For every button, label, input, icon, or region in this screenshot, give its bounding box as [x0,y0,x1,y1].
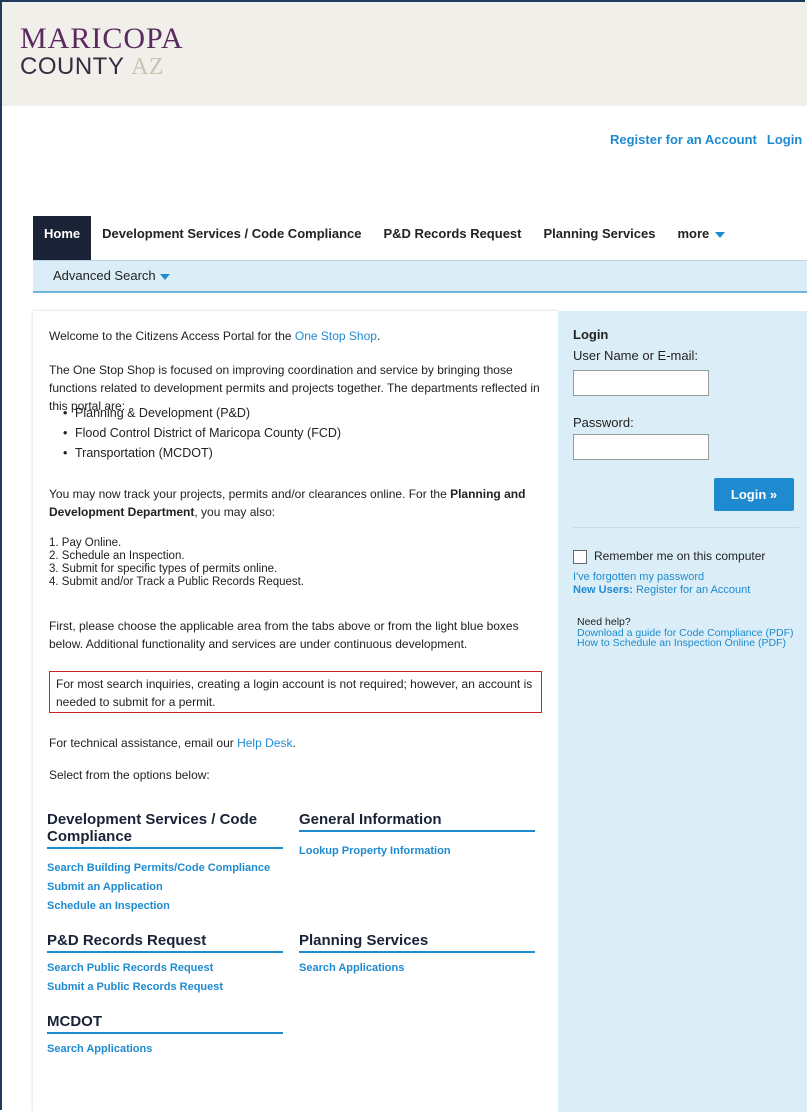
schedule-inspection-guide-link[interactable]: How to Schedule an Inspection Online (PD… [577,638,797,649]
register-link[interactable]: Register for an Account [610,132,757,147]
list-item: 1. Pay Online. [49,537,122,549]
help-desk-link[interactable]: Help Desk [237,736,292,750]
list-item: 2. Schedule an Inspection. [49,550,185,562]
list-item: Planning & Development (P&D) [63,403,341,423]
main-content: Welcome to the Citizens Access Portal fo… [33,311,558,1112]
section-title: Planning Services [299,932,535,953]
list-item: Transportation (MCDOT) [63,443,341,463]
tab-records-request[interactable]: P&D Records Request [373,216,533,260]
welcome-text: Welcome to the Citizens Access Portal fo… [49,327,549,345]
brand-logo-line1[interactable]: MARICOPA [20,24,184,54]
main-tabs: Home Development Services / Code Complia… [33,216,736,260]
top-links: Register for an Account Login [610,132,807,147]
submit-application-link[interactable]: Submit an Application [47,878,283,897]
login-link[interactable]: Login [767,132,802,147]
welcome-prefix: Welcome to the Citizens Access Portal fo… [49,329,295,343]
section-general-information: General Information Lookup Property Info… [299,811,535,861]
mcdot-search-applications-link[interactable]: Search Applications [47,1040,283,1059]
lookup-property-link[interactable]: Lookup Property Information [299,842,535,861]
track-prefix: You may now track your projects, permits… [49,487,451,501]
new-users-link[interactable]: New Users: Register for an Account [573,585,750,596]
planning-search-applications-link[interactable]: Search Applications [299,959,535,978]
username-input[interactable] [573,370,709,396]
advanced-search-menu[interactable]: Advanced Search [53,268,170,283]
section-title: Development Services / Code Compliance [47,811,283,849]
search-building-permits-link[interactable]: Search Building Permits/Code Compliance [47,859,283,878]
tab-more-label: more [677,226,710,241]
advanced-search-label: Advanced Search [53,268,156,283]
tech-prefix: For technical assistance, email our [49,736,238,750]
help-section: Need help? Download a guide for Code Com… [577,617,797,649]
track-suffix: , you may also: [194,505,276,519]
sub-navigation: Advanced Search [33,260,807,293]
chevron-down-icon [715,231,726,238]
section-title: P&D Records Request [47,932,283,953]
remember-me-label: Remember me on this computer [594,549,766,563]
tab-planning-services[interactable]: Planning Services [532,216,666,260]
tab-home[interactable]: Home [33,216,92,260]
brand-logo-line2[interactable]: COUNTY AZ [20,53,165,81]
section-planning-services: Planning Services Search Applications [299,932,535,978]
section-title: General Information [299,811,535,832]
brand-county: COUNTY [20,53,124,80]
chevron-down-icon [159,273,170,280]
steps-list: 1. Pay Online. 2. Schedule an Inspection… [49,537,304,589]
select-text: Select from the options below: [49,768,210,782]
schedule-inspection-link[interactable]: Schedule an Inspection [47,897,283,916]
username-label: User Name or E-mail: [573,348,698,363]
brand-az: AZ [131,54,165,80]
tech-assistance-text: For technical assistance, email our Help… [49,734,549,752]
instructions-text: First, please choose the applicable area… [49,619,519,651]
site-header: MARICOPA COUNTY AZ [2,2,807,106]
list-item: Flood Control District of Maricopa Count… [63,423,341,443]
section-records-request: P&D Records Request Search Public Record… [47,932,283,997]
section-development-services: Development Services / Code Compliance S… [47,811,283,916]
login-notice: For most search inquiries, creating a lo… [49,671,542,713]
password-label: Password: [573,415,634,430]
login-sidebar: Login User Name or E-mail: Password: Log… [558,311,807,1112]
tab-more[interactable]: more [666,216,736,260]
password-input[interactable] [573,434,709,460]
forgot-password-link[interactable]: I've forgotten my password [573,572,704,583]
list-item: 3. Submit for specific types of permits … [49,563,278,575]
login-title: Login [573,327,609,342]
track-text: You may now track your projects, permits… [49,485,549,521]
divider [573,527,799,528]
welcome-suffix: . [376,329,381,343]
register-account-text: Register for an Account [632,584,751,596]
search-public-records-link[interactable]: Search Public Records Request [47,959,283,978]
remember-me-checkbox[interactable] [573,550,587,564]
new-users-label: New Users: [573,584,633,596]
section-mcdot: MCDOT Search Applications [47,1013,283,1059]
tab-development-services[interactable]: Development Services / Code Compliance [91,216,372,260]
tech-suffix: . [292,736,296,750]
section-title: MCDOT [47,1013,283,1034]
need-help-label: Need help? [577,616,631,628]
login-button[interactable]: Login » [714,478,794,511]
department-list: Planning & Development (P&D) Flood Contr… [63,403,341,463]
list-item: 4. Submit and/or Track a Public Records … [49,576,305,588]
one-stop-shop-link[interactable]: One Stop Shop [295,329,377,343]
submit-public-records-link[interactable]: Submit a Public Records Request [47,978,283,997]
